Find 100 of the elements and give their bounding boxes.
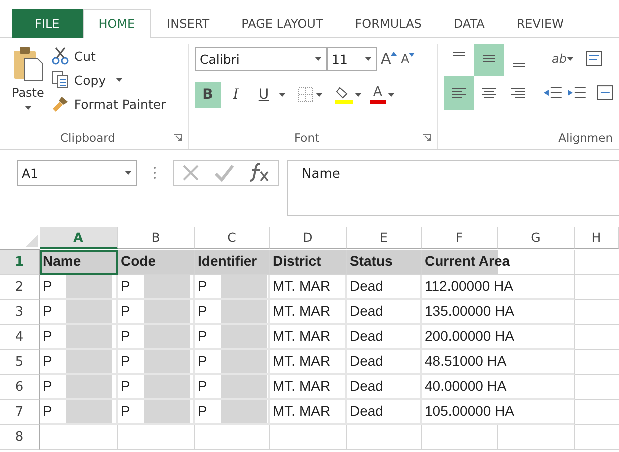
empty-cell[interactable] — [40, 425, 118, 450]
table-cell[interactable]: MT. MAR — [270, 350, 347, 375]
header-cell[interactable]: Code — [118, 250, 195, 275]
column-header[interactable]: F — [422, 227, 498, 249]
column-header[interactable]: A — [40, 227, 118, 249]
font-color-button[interactable]: A — [370, 86, 386, 104]
empty-cell[interactable] — [118, 425, 195, 450]
table-cell[interactable]: 40.00000 HA — [422, 375, 575, 400]
select-all-icon[interactable] — [26, 235, 38, 247]
empty-cell[interactable] — [347, 425, 422, 450]
borders-icon[interactable] — [298, 87, 314, 103]
column-header[interactable]: E — [347, 227, 422, 249]
table-cell[interactable]: P — [195, 325, 270, 350]
paste-button[interactable]: Paste — [6, 44, 50, 131]
wrap-text-icon[interactable] — [586, 50, 602, 68]
table-cell[interactable]: MT. MAR — [270, 275, 347, 300]
table-cell[interactable]: MT. MAR — [270, 375, 347, 400]
decrease-indent-icon[interactable] — [543, 85, 564, 101]
column-header[interactable]: C — [195, 227, 270, 249]
table-cell[interactable]: P — [118, 400, 195, 425]
table-cell[interactable]: MT. MAR — [270, 400, 347, 425]
table-cell[interactable]: Dead — [347, 400, 422, 425]
table-cell[interactable]: P — [40, 375, 118, 400]
dialog-launcher-icon[interactable] — [174, 134, 182, 142]
header-cell[interactable]: District — [270, 250, 347, 275]
table-cell[interactable]: 200.00000 HA — [422, 325, 575, 350]
copy-button[interactable]: Copy — [50, 70, 168, 90]
table-cell[interactable]: P — [195, 375, 270, 400]
row-header[interactable]: 2 — [0, 275, 40, 300]
table-cell[interactable]: Dead — [347, 375, 422, 400]
table-cell[interactable]: P — [40, 400, 118, 425]
ribbon-tab[interactable]: FILE — [12, 9, 83, 38]
fill-color-icon[interactable] — [335, 86, 353, 104]
checkmark-icon[interactable] — [214, 164, 234, 182]
column-header[interactable]: B — [118, 227, 195, 249]
increase-indent-icon[interactable] — [567, 85, 588, 101]
table-cell[interactable]: P — [40, 325, 118, 350]
decrease-font-size-button[interactable]: A — [401, 53, 416, 65]
row-header[interactable]: 5 — [0, 350, 40, 375]
formula-field[interactable]: Name — [287, 160, 619, 216]
header-cell[interactable]: Name — [40, 250, 118, 275]
table-cell[interactable]: P — [40, 300, 118, 325]
table-cell[interactable]: P — [195, 275, 270, 300]
row-header[interactable]: 8 — [0, 425, 40, 450]
table-cell[interactable]: Dead — [347, 300, 422, 325]
table-cell[interactable]: P — [195, 350, 270, 375]
increase-font-size-button[interactable]: A — [381, 52, 398, 66]
font-name-field[interactable]: Calibri — [195, 47, 327, 71]
row-header[interactable]: 7 — [0, 400, 40, 425]
table-cell[interactable]: P — [118, 350, 195, 375]
table-cell[interactable]: P — [40, 350, 118, 375]
name-box[interactable]: A1 — [17, 160, 137, 186]
column-header[interactable]: H — [575, 227, 619, 249]
font-size-field[interactable]: 11 — [327, 47, 377, 71]
empty-cell[interactable] — [498, 425, 575, 450]
ribbon-tab[interactable]: HOME — [82, 9, 152, 38]
table-cell[interactable]: MT. MAR — [270, 300, 347, 325]
row-header[interactable]: 4 — [0, 325, 40, 350]
empty-cell[interactable] — [195, 425, 270, 450]
table-cell[interactable]: P — [40, 275, 118, 300]
ribbon-tab[interactable]: REVIEW — [500, 9, 580, 38]
table-cell[interactable]: P — [118, 300, 195, 325]
italic-button[interactable]: I — [223, 82, 249, 108]
header-cell[interactable]: Status — [347, 250, 422, 275]
dialog-launcher-icon[interactable] — [423, 134, 431, 142]
header-cell[interactable]: Current Area — [422, 250, 575, 275]
table-cell[interactable]: 135.00000 HA — [422, 300, 575, 325]
empty-cell[interactable] — [270, 425, 347, 450]
empty-cell[interactable] — [422, 425, 498, 450]
ribbon-tab[interactable]: INSERT — [151, 9, 226, 38]
align-left-button[interactable] — [444, 76, 474, 110]
header-cell[interactable]: Identifier — [195, 250, 270, 275]
more-options-icon[interactable] — [153, 166, 157, 180]
table-cell[interactable]: 48.51000 HA — [422, 350, 575, 375]
table-cell[interactable]: Dead — [347, 350, 422, 375]
ribbon-tab[interactable]: PAGE LAYOUT — [226, 9, 340, 38]
table-cell[interactable]: MT. MAR — [270, 325, 347, 350]
table-cell[interactable]: P — [118, 325, 195, 350]
column-header[interactable]: D — [270, 227, 347, 249]
table-cell[interactable]: P — [118, 275, 195, 300]
ribbon-tab[interactable]: FORMULAS — [339, 9, 438, 38]
table-cell[interactable]: P — [195, 300, 270, 325]
cut-button[interactable]: Cut — [50, 46, 168, 66]
table-cell[interactable]: P — [195, 400, 270, 425]
ribbon-tab[interactable]: DATA — [438, 9, 501, 38]
row-header[interactable]: 3 — [0, 300, 40, 325]
row-header[interactable]: 6 — [0, 375, 40, 400]
column-header[interactable]: G — [498, 227, 575, 249]
table-cell[interactable]: Dead — [347, 275, 422, 300]
align-middle-button[interactable] — [474, 44, 504, 76]
table-cell[interactable]: Dead — [347, 325, 422, 350]
table-cell[interactable]: 105.00000 HA — [422, 400, 575, 425]
table-cell[interactable]: P — [118, 375, 195, 400]
row-header[interactable]: 1 — [0, 250, 40, 275]
underline-button[interactable]: U — [251, 82, 277, 108]
orientation-button[interactable]: ab — [552, 53, 567, 65]
format-painter-button[interactable]: Format Painter — [50, 94, 168, 114]
bold-button[interactable]: B — [195, 82, 221, 108]
table-cell[interactable]: 112.00000 HA — [422, 275, 575, 300]
cancel-icon[interactable] — [182, 164, 200, 182]
